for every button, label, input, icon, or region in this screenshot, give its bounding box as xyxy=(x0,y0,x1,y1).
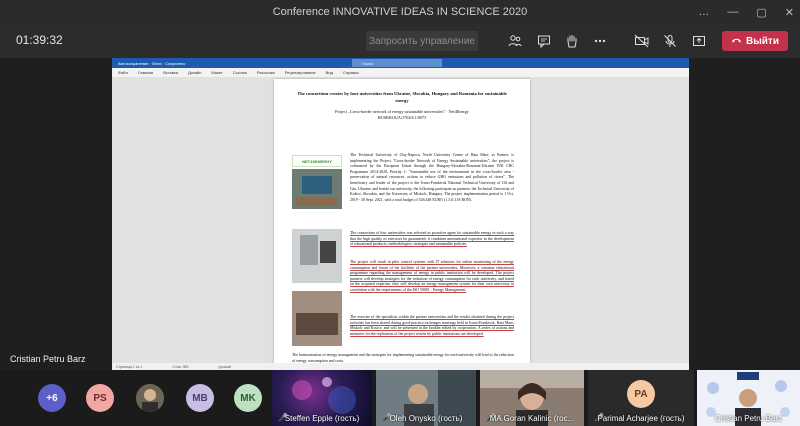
mic-off-icon[interactable] xyxy=(661,32,679,50)
status-words: Слов: 389 xyxy=(172,364,189,369)
ribbon-tab: Главная xyxy=(137,70,154,75)
participants-icon[interactable] xyxy=(506,32,524,50)
photo-participants xyxy=(292,291,342,346)
avatar-initials: PS xyxy=(93,392,107,404)
participant-tile-goran[interactable]: 🎤 MA Goran Kalinic (гос... xyxy=(480,370,584,426)
share-screen-icon[interactable] xyxy=(690,32,708,50)
ribbon-tab: Макет xyxy=(211,70,223,75)
ribbon-tab: Рассылки xyxy=(256,70,275,75)
request-control-button[interactable]: Запросить управление xyxy=(366,31,478,51)
chat-icon[interactable] xyxy=(535,32,553,50)
status-language: русский xyxy=(218,364,231,369)
ribbon-tab: Файл xyxy=(118,70,128,75)
avatar-initials: MB xyxy=(192,392,208,404)
raise-hand-icon[interactable] xyxy=(563,32,581,50)
status-page: Страница 1 из 1 xyxy=(116,364,143,369)
window-title: Conference INNOVATIVE IDEAS IN SCIENCE 2… xyxy=(272,6,528,18)
maximize-icon[interactable]: ▢ xyxy=(756,6,766,19)
tile-name: Cristian Petru Barz xyxy=(714,414,783,423)
shared-screen: Автосохранение · Word · Сохранено Поиск … xyxy=(112,58,689,370)
ribbon-tab: Вставка xyxy=(163,70,178,75)
leave-call-button[interactable]: Выйти xyxy=(722,31,788,51)
ribbon-tab: Вид xyxy=(325,70,333,75)
document-paragraph-2: The consortium of four universities was … xyxy=(350,231,514,247)
word-ribbon-tabs: Файл Главная Вставка Дизайн Макет Ссылки… xyxy=(112,68,689,77)
hang-up-icon xyxy=(731,36,742,47)
call-timer: 01:39:32 xyxy=(16,33,63,47)
ribbon-tab: Рецензирование xyxy=(284,70,316,75)
ribbon-tab: Ссылки xyxy=(232,70,247,75)
avatar-pa: PA xyxy=(627,380,655,408)
project-code: HUSKROUA/1702/6.1/0075 xyxy=(377,114,427,120)
more-participants-button[interactable]: +6 xyxy=(38,384,66,412)
leave-label: Выйти xyxy=(746,35,779,47)
ribbon-tab: Справка xyxy=(342,70,359,75)
avatar-mk[interactable]: MK xyxy=(234,384,262,412)
document-page: The consortium creates by four universit… xyxy=(274,79,530,363)
participants-strip: +6 PS MB MK 🎤 Steffen Epple (гость) 🎤 Ol… xyxy=(0,370,800,426)
camera-off-icon[interactable] xyxy=(633,32,651,50)
document-paragraph-3: The project will result in pilot control… xyxy=(350,260,514,292)
minimize-icon[interactable]: — xyxy=(727,6,738,18)
call-toolbar: 01:39:32 Запросить управление Выйти xyxy=(0,24,800,58)
participant-tile-parimal[interactable]: PA 🎤 Parimal Acharjee (гость) xyxy=(588,370,694,426)
word-search-label: Поиск xyxy=(362,60,374,66)
window-controls: … — ▢ ✕ xyxy=(698,0,794,24)
more-icon[interactable] xyxy=(591,32,609,50)
tile-name: Steffen Epple (гость) xyxy=(284,414,360,423)
word-title-text: Автосохранение · Word · Сохранено xyxy=(118,60,186,66)
ribbon-tab: Дизайн xyxy=(187,70,202,75)
window-titlebar: Conference INNOVATIVE IDEAS IN SCIENCE 2… xyxy=(0,0,800,24)
logo-text: NET4SENERGY xyxy=(302,158,332,164)
word-search-box: Поиск xyxy=(352,59,442,67)
word-statusbar: Страница 1 из 1 Слов: 389 русский xyxy=(112,363,689,370)
avatar-initials: PA xyxy=(634,388,648,400)
presenter-name: Cristian Petru Barz xyxy=(10,354,86,364)
word-document-area: The consortium creates by four universit… xyxy=(112,77,689,363)
more-count: +6 xyxy=(46,392,58,404)
net4energy-logo: NET4SENERGY xyxy=(292,155,342,167)
avatar-initials: MK xyxy=(240,392,256,404)
tile-name: Parimal Acharjee (гость) xyxy=(597,414,685,423)
photo-meeting-room xyxy=(292,169,342,209)
photo-equipment xyxy=(292,229,342,283)
word-titlebar: Автосохранение · Word · Сохранено Поиск xyxy=(112,58,689,68)
document-paragraph-4: The exercise of the specialists within t… xyxy=(350,315,514,336)
avatar-ps[interactable]: PS xyxy=(86,384,114,412)
avatar-mb[interactable]: MB xyxy=(186,384,214,412)
close-icon[interactable]: ✕ xyxy=(785,6,794,19)
document-paragraph-1: The Technical University of Cluj-Napoca,… xyxy=(350,153,514,202)
tile-name: Oleh Onysko (гость) xyxy=(389,414,463,423)
more-options-icon[interactable]: … xyxy=(698,6,709,18)
document-project-line: Project „Cross-border network of energy … xyxy=(294,109,510,120)
avatar-photo[interactable] xyxy=(136,384,164,412)
participant-tile-oleh[interactable]: 🎤 Oleh Onysko (гость) xyxy=(376,370,476,426)
main-stage: Автосохранение · Word · Сохранено Поиск … xyxy=(0,58,800,370)
tile-name: MA Goran Kalinic (гос... xyxy=(489,414,575,423)
participant-tile-steffen[interactable]: 🎤 Steffen Epple (гость) xyxy=(272,370,372,426)
participant-tile-cristian[interactable]: Cristian Petru Barz xyxy=(697,370,800,426)
document-title: The consortium creates by four universit… xyxy=(297,91,507,103)
